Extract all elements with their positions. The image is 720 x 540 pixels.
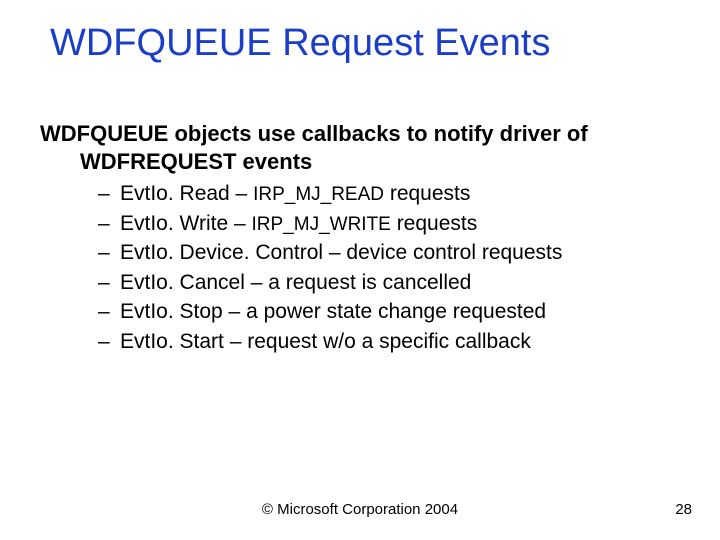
dash-icon: – [98, 238, 120, 267]
list-item: – EvtIo. Stop – a power state change req… [40, 297, 680, 327]
lead-line-2: WDFREQUEST events [40, 148, 680, 176]
dash-icon: – [98, 209, 120, 238]
bullet-text-pre: EvtIo. Write – [120, 212, 252, 235]
dash-icon: – [98, 327, 120, 356]
bullet-code: IRP_MJ_WRITE [252, 214, 391, 235]
bullet-text-post: requests [384, 182, 470, 205]
slide-body: WDFQUEUE objects use callbacks to notify… [40, 120, 680, 357]
bullet-text-pre: EvtIo. Stop – a power state change reque… [120, 300, 546, 323]
footer-copyright: © Microsoft Corporation 2004 [0, 501, 720, 518]
bullet-text-pre: EvtIo. Read – [120, 182, 253, 205]
bullet-text-pre: EvtIo. Start – request w/o a specific ca… [120, 330, 531, 353]
bullet-text-pre: EvtIo. Cancel – a request is cancelled [120, 271, 471, 294]
bullet-list: – EvtIo. Read – IRP_MJ_READ requests – E… [40, 179, 680, 357]
list-item: – EvtIo. Device. Control – device contro… [40, 238, 680, 268]
dash-icon: – [98, 179, 120, 208]
list-item: – EvtIo. Read – IRP_MJ_READ requests [40, 179, 680, 209]
bullet-text-post: requests [391, 212, 477, 235]
slide: WDFQUEUE Request Events WDFQUEUE objects… [0, 0, 720, 540]
slide-title: WDFQUEUE Request Events [50, 22, 690, 65]
list-item: – EvtIo. Write – IRP_MJ_WRITE requests [40, 209, 680, 239]
bullet-text-pre: EvtIo. Device. Control – device control … [120, 241, 562, 264]
list-item: – EvtIo. Start – request w/o a specific … [40, 327, 680, 357]
list-item: – EvtIo. Cancel – a request is cancelled [40, 268, 680, 298]
dash-icon: – [98, 297, 120, 326]
lead-line-1: WDFQUEUE objects use callbacks to notify… [40, 121, 588, 146]
bullet-code: IRP_MJ_READ [253, 184, 384, 205]
page-number: 28 [675, 501, 692, 518]
lead-text: WDFQUEUE objects use callbacks to notify… [40, 120, 680, 175]
dash-icon: – [98, 268, 120, 297]
